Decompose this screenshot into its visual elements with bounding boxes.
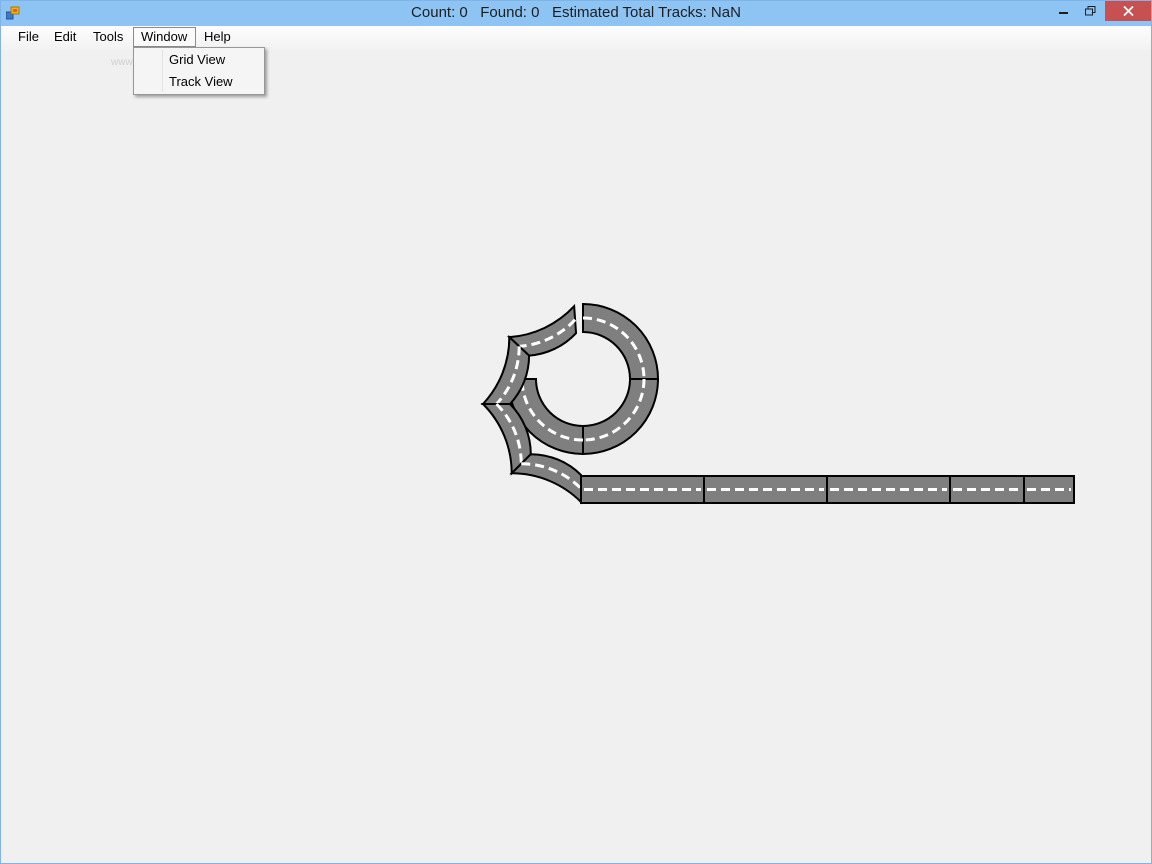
menu-item-track-view[interactable]: Track View [136,71,262,93]
menu-file[interactable]: File [11,27,46,47]
close-button[interactable] [1105,1,1151,21]
restore-button[interactable] [1077,1,1103,21]
track-piece-straight[interactable] [703,475,828,504]
track-piece-straight[interactable] [949,475,1025,504]
track-piece-curve[interactable] [582,302,660,380]
track-canvas[interactable] [1,50,1151,862]
track-piece-straight[interactable] [826,475,951,504]
minimize-button[interactable] [1051,1,1077,21]
minimize-icon [1059,12,1068,14]
track-piece-curve[interactable] [582,378,660,456]
menu-window[interactable]: Window [133,27,196,47]
close-icon [1122,6,1134,16]
menu-item-grid-view[interactable]: Grid View [136,49,262,71]
menu-edit[interactable]: Edit [47,27,83,47]
app-window: Count: 0 Found: 0 Estimated Total Tracks… [0,0,1152,864]
menu-help[interactable]: Help [197,27,238,47]
track-piece-straight[interactable] [580,475,705,504]
menu-tools[interactable]: Tools [86,27,130,47]
track-piece-straight[interactable] [1023,475,1075,504]
window-title: Count: 0 Found: 0 Estimated Total Tracks… [411,4,741,21]
restore-icon [1084,6,1095,16]
window-menu-dropdown: Grid View Track View [133,47,265,95]
title-bar: Count: 0 Found: 0 Estimated Total Tracks… [1,1,1151,26]
